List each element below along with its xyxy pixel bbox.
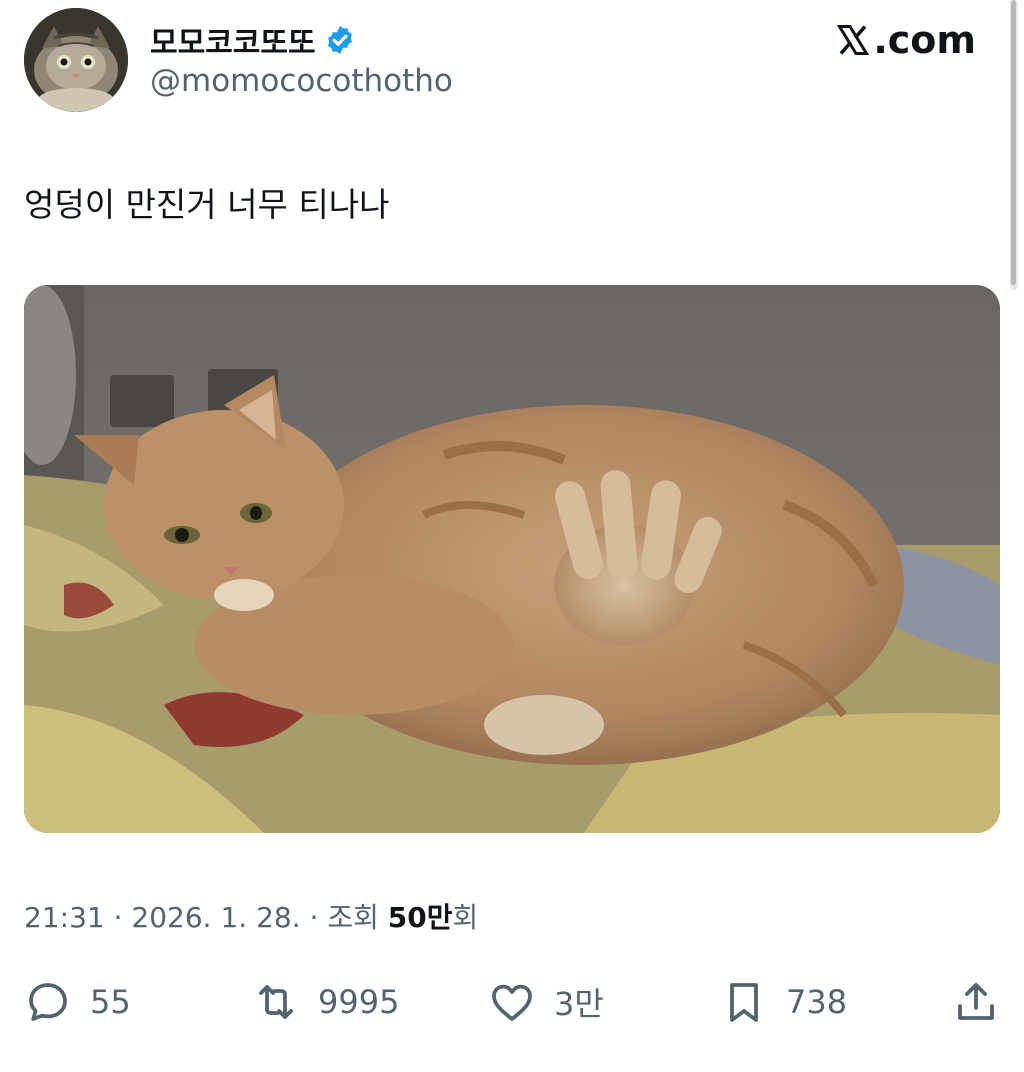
bookmark-button[interactable]: 738 xyxy=(720,978,847,1026)
scrollbar-thumb[interactable] xyxy=(1011,0,1016,285)
brand-logo: .com xyxy=(835,18,976,62)
like-button[interactable]: 3만 xyxy=(488,978,604,1026)
retweet-button[interactable]: 9995 xyxy=(252,978,399,1026)
share-icon xyxy=(958,983,994,1020)
bookmark-count: 738 xyxy=(786,983,848,1021)
separator: · xyxy=(113,901,123,934)
avatar[interactable] xyxy=(24,8,128,112)
views-count[interactable]: 50만 xyxy=(388,901,453,934)
cat-photo xyxy=(24,285,1000,833)
reply-icon xyxy=(29,983,67,1021)
user-handle[interactable]: @momococothotho xyxy=(150,63,453,99)
like-count: 3만 xyxy=(554,985,604,1023)
reply-count: 55 xyxy=(90,983,131,1021)
tweet-meta: 21:31 · 2026. 1. 28. · 조회 50만회 xyxy=(24,896,478,936)
tweet-date[interactable]: 2026. 1. 28. xyxy=(131,901,300,934)
share-button[interactable] xyxy=(952,978,1000,1026)
bookmark-icon xyxy=(730,983,758,1022)
retweet-icon xyxy=(259,985,293,1019)
tweet-time[interactable]: 21:31 xyxy=(24,901,105,934)
separator: · xyxy=(309,901,319,934)
display-name-text[interactable]: 모모코코또또 xyxy=(150,18,316,62)
action-bar: 55 9995 3만 738 xyxy=(0,970,1024,1034)
x-logo-icon xyxy=(837,25,870,55)
verified-badge-icon xyxy=(324,24,356,56)
avatar-cat-image xyxy=(24,8,128,112)
tweet-text: 엉덩이 만진거 너무 티나나 xyxy=(24,185,390,224)
display-name[interactable]: 모모코코또또 xyxy=(150,18,356,62)
views-label: 조회 xyxy=(327,901,379,934)
reply-button[interactable]: 55 xyxy=(24,978,131,1026)
tweet-media-image[interactable] xyxy=(24,285,1000,833)
views-suffix: 회 xyxy=(452,901,479,934)
retweet-count: 9995 xyxy=(318,983,400,1021)
heart-icon xyxy=(492,984,532,1021)
brand-text: .com xyxy=(873,18,976,62)
